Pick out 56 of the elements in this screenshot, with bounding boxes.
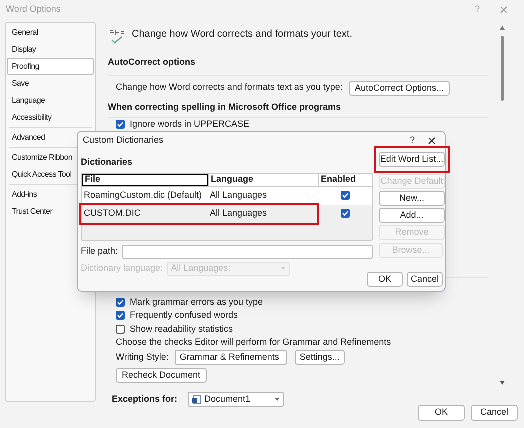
checkbox[interactable] — [340, 209, 350, 218]
button: Remove — [379, 225, 445, 240]
field-label: Writing Style: — [116, 350, 169, 364]
writing-style-dropdown[interactable]: Grammar & Refinements — [174, 350, 287, 365]
checkbox[interactable] — [340, 191, 350, 200]
button[interactable]: AutoCorrect Options... — [348, 80, 450, 96]
sidebar-item[interactable]: Accessibility — [7, 109, 94, 126]
table-cell-text: RoamingCustom.dic (Default) — [83, 188, 204, 202]
button[interactable]: New... — [379, 191, 445, 206]
option-label: Frequently confused words — [130, 309, 238, 322]
checkbox[interactable] — [116, 324, 125, 334]
column-header[interactable]: Enabled — [318, 174, 372, 186]
close-icon[interactable] — [428, 137, 436, 145]
section-heading: Dictionaries — [81, 156, 134, 169]
button[interactable]: Recheck Document — [116, 368, 207, 383]
sidebar-item[interactable]: Language — [7, 92, 94, 109]
language-dropdown: All Languages: — [167, 262, 290, 276]
sidebar-item[interactable]: Save — [7, 75, 94, 92]
column-header[interactable]: Language — [208, 174, 318, 186]
option-label: Ignore words in UPPERCASE — [130, 118, 250, 131]
spelling-check-icon — [108, 28, 126, 46]
header-text: Change how Word corrects and formats your text. — [132, 28, 352, 42]
sidebar-item[interactable]: General — [7, 24, 94, 41]
option-label: Mark grammar errors as you type — [130, 296, 264, 309]
section-heading: When correcting spelling in Microsoft Office programs — [108, 100, 342, 114]
checkbox[interactable] — [116, 311, 125, 320]
document-dropdown[interactable]: Document1 — [188, 392, 284, 407]
button[interactable]: Add... — [379, 208, 445, 223]
table-cell-text: All Languages — [209, 188, 268, 202]
description-text: Choose the checks Editor will perform for Grammar and Refinements — [116, 336, 392, 349]
table-cell-text: All Languages — [209, 206, 268, 220]
document-icon — [192, 394, 202, 404]
button: Change Default — [379, 174, 445, 189]
checkbox[interactable] — [116, 298, 125, 307]
description-text: Change how Word corrects and formats text as you type: — [116, 81, 343, 94]
sidebar-item[interactable]: Display — [7, 41, 94, 58]
option-label: Show readability statistics — [130, 322, 234, 336]
button[interactable]: OK — [367, 272, 403, 287]
button[interactable]: Cancel — [407, 272, 443, 287]
section-heading: AutoCorrect options — [108, 56, 196, 69]
field-label: Dictionary language: — [81, 262, 164, 275]
help-button[interactable]: ? — [410, 134, 415, 148]
column-header[interactable]: File — [82, 174, 208, 186]
window-title: Word Options — [6, 3, 61, 16]
field-label: Exceptions for: — [112, 392, 178, 406]
button[interactable]: Settings... — [294, 350, 345, 365]
checkbox[interactable] — [116, 120, 125, 130]
button[interactable]: Edit Word List... — [379, 152, 445, 167]
field-label: File path: — [81, 244, 118, 258]
dialog-title: Custom Dictionaries — [83, 134, 164, 148]
button[interactable]: Cancel — [471, 405, 518, 421]
sidebar-item[interactable]: Proofing — [7, 58, 94, 75]
button[interactable]: OK — [418, 405, 465, 421]
button: Browse... — [379, 243, 443, 258]
file-path-field[interactable] — [122, 244, 373, 258]
table-cell-text: CUSTOM.DIC — [83, 206, 142, 220]
